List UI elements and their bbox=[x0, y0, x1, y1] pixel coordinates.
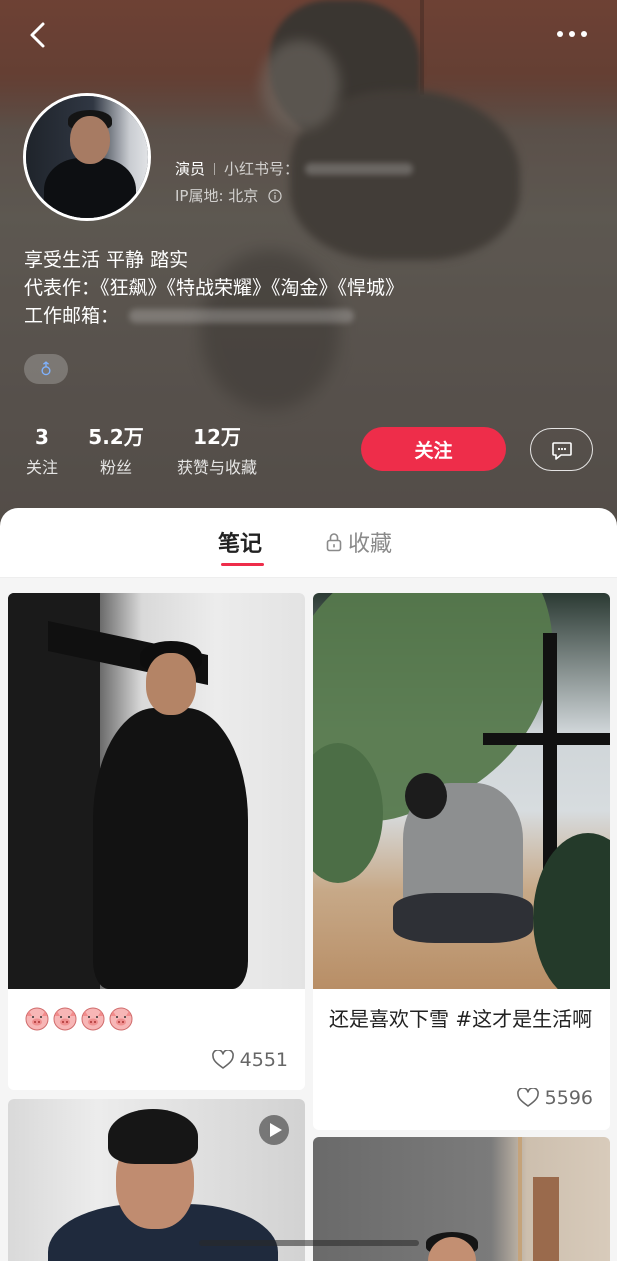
gender-tag bbox=[24, 354, 68, 384]
tab-collections[interactable]: 收藏 bbox=[325, 526, 392, 558]
tab-notes[interactable]: 笔记 bbox=[218, 526, 262, 558]
ip-location: IP属地: 北京 bbox=[175, 187, 259, 205]
pig-emoji-icon bbox=[25, 1007, 49, 1031]
emoji-row bbox=[24, 1005, 289, 1031]
stat-label: 关注 bbox=[25, 458, 58, 477]
male-icon bbox=[41, 361, 51, 376]
bio: 享受生活 平静 踏实 代表作：《狂飙》《特战荣耀》《淘金》《悍城》 工作邮箱： bbox=[24, 246, 404, 330]
stat-likes-and-collects[interactable]: 12万 获赞与收藏 bbox=[171, 424, 263, 478]
note-card[interactable]: 还是喜欢下雪 #这才是生活啊 5596 bbox=[313, 593, 610, 1130]
bio-line: 代表作：《狂飙》《特战荣耀》《淘金》《悍城》 bbox=[24, 277, 405, 299]
like-count[interactable]: 4551 bbox=[211, 1049, 288, 1071]
stat-value: 5.2万 bbox=[88, 425, 144, 449]
more-options-icon[interactable] bbox=[553, 22, 593, 46]
active-tab-indicator bbox=[221, 563, 264, 566]
stat-following[interactable]: 3 关注 bbox=[23, 424, 61, 478]
note-caption bbox=[24, 1005, 289, 1031]
avatar[interactable] bbox=[23, 93, 151, 221]
content-tabs: 笔记 收藏 bbox=[0, 508, 617, 578]
follow-button[interactable]: 关注 bbox=[361, 427, 506, 471]
video-play-icon bbox=[259, 1115, 289, 1145]
bio-email-line: 工作邮箱： bbox=[24, 302, 404, 330]
note-caption: 还是喜欢下雪 #这才是生活啊 bbox=[329, 1007, 593, 1031]
stat-value: 12万 bbox=[193, 425, 241, 449]
note-card[interactable]: 4551 bbox=[8, 593, 305, 1090]
divider bbox=[214, 162, 216, 175]
like-count[interactable]: 5596 bbox=[516, 1087, 593, 1109]
note-cover-image[interactable] bbox=[313, 593, 610, 989]
heart-icon bbox=[211, 1050, 234, 1069]
profile-meta-row: 演员 小红书号： bbox=[175, 158, 414, 179]
stat-fans[interactable]: 5.2万 粉丝 bbox=[86, 424, 146, 478]
email-value-blurred bbox=[129, 309, 355, 323]
message-button[interactable] bbox=[530, 428, 593, 471]
role-label: 演员 bbox=[175, 160, 206, 178]
note-cover-image[interactable] bbox=[8, 593, 305, 989]
like-count-value: 5596 bbox=[544, 1087, 593, 1109]
bio-line: 享受生活 平静 踏实 bbox=[24, 249, 189, 271]
notes-feed: 4551 还是喜欢下雪 #这才是生活啊 5596 bbox=[0, 578, 617, 1261]
stat-label: 粉丝 bbox=[99, 458, 132, 477]
heart-icon bbox=[516, 1088, 539, 1107]
pig-emoji-icon bbox=[53, 1007, 77, 1031]
pig-emoji-icon bbox=[81, 1007, 105, 1031]
info-icon[interactable] bbox=[268, 188, 282, 203]
ip-location-row: IP属地: 北京 bbox=[175, 185, 282, 206]
stat-value: 3 bbox=[35, 425, 49, 449]
like-count-value: 4551 bbox=[239, 1049, 288, 1071]
note-card[interactable] bbox=[8, 1099, 305, 1261]
chat-bubble-icon bbox=[551, 441, 572, 460]
back-arrow-icon[interactable] bbox=[24, 20, 54, 50]
stat-label: 获赞与收藏 bbox=[176, 458, 257, 477]
email-label: 工作邮箱： bbox=[24, 305, 120, 327]
home-indicator bbox=[199, 1240, 419, 1246]
lock-icon bbox=[326, 533, 342, 552]
profile-header: 演员 小红书号： IP属地: 北京 享受生活 平静 踏实 代表作：《狂飙》《特战… bbox=[0, 0, 617, 540]
id-value-blurred bbox=[305, 162, 414, 175]
id-label: 小红书号： bbox=[224, 160, 300, 178]
tab-label: 收藏 bbox=[348, 532, 393, 557]
pig-emoji-icon bbox=[109, 1007, 133, 1031]
